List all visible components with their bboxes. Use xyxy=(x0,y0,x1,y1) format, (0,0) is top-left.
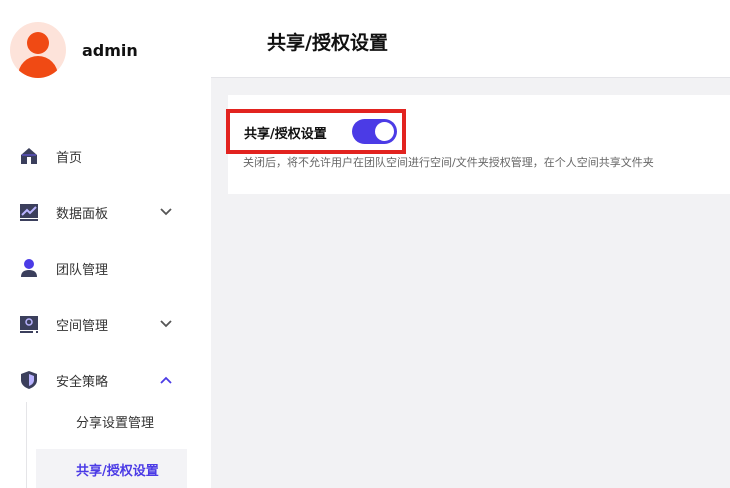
sidebar-item-label: 数据面板 xyxy=(56,207,109,222)
share-auth-toggle[interactable] xyxy=(352,119,397,144)
submenu-item-share-auth-settings[interactable]: 共享/授权设置 xyxy=(36,449,187,488)
team-icon xyxy=(19,258,39,278)
sidebar-item-dashboard[interactable]: 数据面板 xyxy=(0,192,211,232)
sidebar-item-team[interactable]: 团队管理 xyxy=(0,248,211,288)
user-profile[interactable]: admin xyxy=(10,22,138,78)
home-icon xyxy=(19,146,39,166)
avatar-body xyxy=(18,56,58,78)
page-title: 共享/授权设置 xyxy=(267,32,388,54)
page-header: 共享/授权设置 xyxy=(211,0,730,78)
username: admin xyxy=(82,40,138,60)
submenu-item-share-settings[interactable]: 分享设置管理 xyxy=(36,401,187,441)
sidebar-item-label: 空间管理 xyxy=(56,319,109,334)
sidebar-item-label: 首页 xyxy=(56,151,83,166)
sidebar-item-label: 团队管理 xyxy=(56,263,109,278)
sidebar: admin 首页 数据面板 团队管理 空间管理 安全策略 分享设置管理 共享/授… xyxy=(0,0,211,488)
submenu-divider xyxy=(26,402,27,488)
sidebar-item-storage[interactable]: 空间管理 xyxy=(0,304,211,344)
submenu-item-label: 分享设置管理 xyxy=(76,416,155,431)
sidebar-item-home[interactable]: 首页 xyxy=(0,136,211,176)
avatar-head xyxy=(27,32,49,54)
chevron-down-icon[interactable] xyxy=(158,316,174,332)
sidebar-item-label: 安全策略 xyxy=(56,375,109,390)
chevron-up-icon[interactable] xyxy=(158,372,174,388)
setting-label: 共享/授权设置 xyxy=(244,127,327,142)
avatar[interactable] xyxy=(10,22,66,78)
submenu-item-label: 共享/授权设置 xyxy=(76,464,159,479)
chevron-down-icon[interactable] xyxy=(158,204,174,220)
toggle-knob xyxy=(375,122,394,141)
chart-icon xyxy=(19,202,39,222)
storage-icon xyxy=(19,314,39,334)
setting-description: 关闭后，将不允许用户在团队空间进行空间/文件夹授权管理，在个人空间共享文件夹 xyxy=(243,156,654,169)
shield-icon xyxy=(19,370,39,390)
sidebar-item-security[interactable]: 安全策略 xyxy=(0,360,211,400)
